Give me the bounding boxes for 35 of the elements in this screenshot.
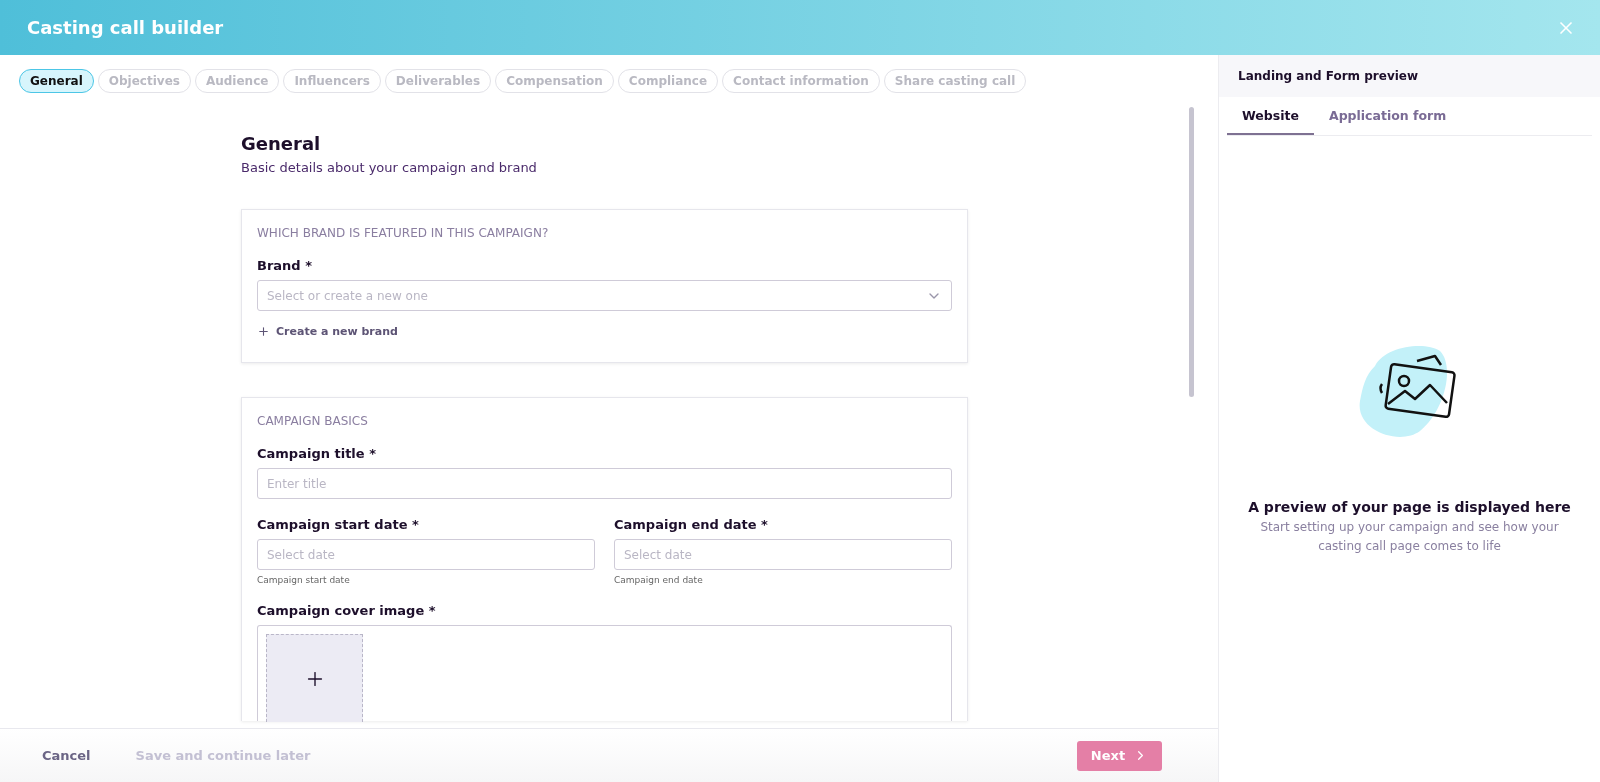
date-input[interactable]: Select date	[257, 539, 595, 570]
scrollbar-thumb[interactable]	[1189, 107, 1194, 397]
create-brand-link[interactable]: Create a new brand	[257, 325, 398, 338]
empty-state-title: A preview of your page is displayed here	[1248, 499, 1571, 515]
upload-button[interactable]	[266, 634, 363, 722]
field-label: Campaign start date *	[257, 517, 420, 532]
field-label: Campaign cover image *	[257, 603, 437, 618]
plus-icon	[257, 325, 270, 338]
section-subtitle: Basic details about your campaign and brand	[241, 160, 538, 175]
preview-tab[interactable]: Website	[1227, 97, 1314, 135]
brand-select[interactable]: Select or create a new one	[257, 280, 952, 311]
field-label: Brand *	[257, 258, 313, 273]
step-tab[interactable]: Contact information	[722, 69, 880, 93]
step-tab[interactable]: Objectives	[97, 69, 191, 93]
step-tab[interactable]: Compensation	[495, 69, 614, 93]
step-tab[interactable]: Compliance	[617, 69, 719, 93]
step-tab[interactable]: Deliverables	[384, 69, 492, 93]
date-input[interactable]: Select date	[614, 539, 952, 570]
step-tab[interactable]: Audience	[194, 69, 280, 93]
field-label: Campaign title *	[257, 446, 377, 461]
field-hint: Campaign start date	[257, 575, 351, 585]
title-input[interactable]: Enter title	[257, 468, 952, 499]
section-title: General	[241, 133, 322, 154]
preview-title: Landing and Form preview	[1219, 55, 1600, 97]
window-title: Casting call builder	[27, 17, 224, 38]
preview-tab[interactable]: Application form	[1313, 97, 1462, 135]
step-tab[interactable]: Influencers	[283, 69, 381, 93]
field-label: Campaign end date *	[614, 517, 769, 532]
field-hint: Campaign end date	[614, 575, 704, 585]
step-tab[interactable]: Share casting call	[883, 69, 1027, 93]
card-heading: CAMPAIGN BASICS	[257, 414, 369, 428]
card-heading: WHICH BRAND IS FEATURED IN THIS CAMPAIGN?	[257, 226, 550, 240]
step-tab[interactable]: General	[19, 69, 94, 93]
empty-state-text: Start setting up your campaign and see how your casting call page comes to life	[1259, 519, 1560, 555]
cancel-button[interactable]: Cancel	[42, 748, 91, 763]
